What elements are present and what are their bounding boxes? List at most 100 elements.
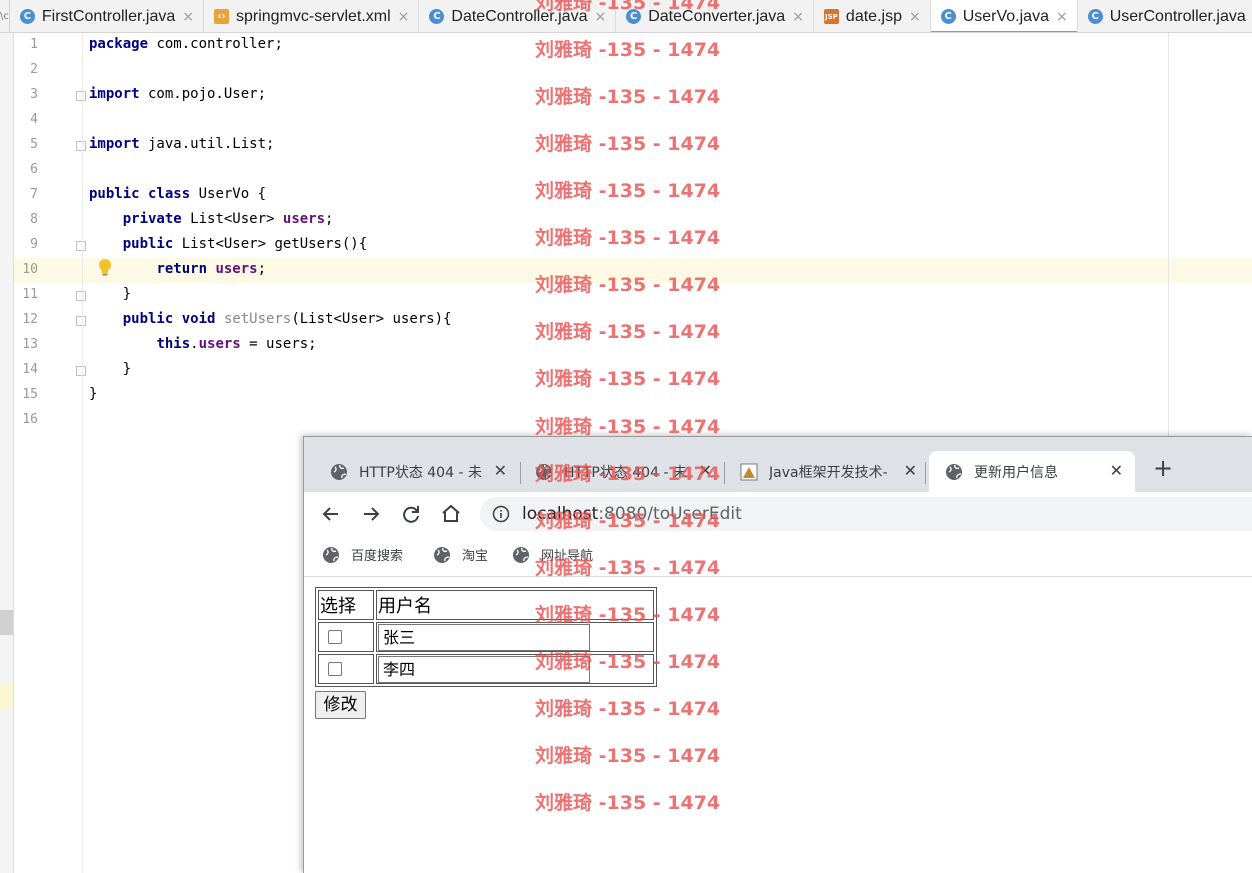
bookmark-item[interactable]: 百度搜索 [322, 545, 403, 564]
code-line[interactable]: 14 } [14, 358, 1252, 383]
close-icon[interactable]: ✕ [1110, 461, 1123, 480]
globe-icon [331, 463, 347, 480]
code-line[interactable]: 12 public void setUsers(List<User> users… [14, 308, 1252, 333]
fold-marker-icon[interactable] [76, 316, 86, 326]
editor-tab[interactable]: C FirstController.java × [10, 0, 204, 32]
code-line[interactable]: 16 [14, 408, 1252, 433]
user-table: 选择 用户名 张三 李四 [315, 587, 657, 687]
editor-tab[interactable]: ‹› springmvc-servlet.xml × [204, 0, 420, 32]
site-favicon-icon [740, 463, 758, 480]
bookmark-label: 百度搜索 [351, 549, 404, 564]
code-token: List<User> [181, 211, 283, 227]
code-line[interactable]: 7 public class UserVo { [14, 183, 1252, 208]
bookmark-item[interactable]: 网址导航 [512, 545, 593, 564]
close-icon[interactable]: × [398, 9, 410, 25]
line-number: 3 [30, 87, 38, 102]
editor-tab[interactable]: C DateController.java × [419, 0, 617, 32]
line-number: 16 [22, 412, 38, 427]
code-token: } [89, 361, 132, 377]
site-info-icon[interactable] [492, 505, 510, 523]
browser-tab-title: HTTP状态 404 - 未 [564, 464, 687, 481]
code-line[interactable]: 5 import java.util.List; [14, 133, 1252, 158]
url-path: :8080/toUserEdit [598, 504, 742, 524]
code-token: com.pojo.User; [139, 86, 267, 102]
row-checkbox[interactable] [328, 630, 342, 644]
code-token: java.util.List; [139, 136, 275, 152]
code-line[interactable]: 6 [14, 158, 1252, 183]
address-bar[interactable]: localhost:8080/toUserEdit [480, 497, 1252, 531]
fold-marker-icon[interactable] [76, 141, 86, 151]
code-line[interactable]: 8 private List<User> users; [14, 208, 1252, 233]
editor-tab-label: UserController.java [1109, 7, 1246, 25]
back-arrow-icon[interactable] [318, 501, 344, 527]
fold-marker-icon[interactable] [76, 241, 86, 251]
editor-tab-label: springmvc-servlet.xml [235, 7, 391, 25]
line-number: 15 [22, 387, 38, 402]
line-number: 14 [22, 362, 38, 377]
browser-tab[interactable]: 更新用户信息 ✕ [929, 451, 1135, 492]
forward-arrow-icon[interactable] [358, 501, 384, 527]
fold-marker-icon[interactable] [76, 366, 86, 376]
lightbulb-icon[interactable] [98, 258, 112, 278]
close-icon[interactable]: ✕ [494, 461, 507, 480]
code-line[interactable]: 4 [14, 108, 1252, 133]
url-text[interactable]: localhost:8080/toUserEdit [522, 504, 742, 524]
fold-marker-icon[interactable] [76, 91, 86, 101]
editor-tab[interactable]: C DateConverter.java × [616, 0, 814, 32]
browser-tab-title: 更新用户信息 [974, 464, 1058, 481]
header-username: 用户名 [376, 590, 654, 620]
browser-tab[interactable]: HTTP状态 404 - 未 ✕ [519, 451, 724, 492]
page-content: 选择 用户名 张三 李四 修改 [304, 578, 1252, 873]
fold-marker-icon[interactable] [76, 291, 86, 301]
browser-tab[interactable]: Java框架开发技术- ✕ [724, 451, 929, 492]
globe-icon [536, 463, 552, 480]
code-text: return users; [89, 261, 266, 277]
editor-tab[interactable]: JSP date.jsp × [814, 0, 931, 32]
code-line[interactable]: 13 this.users = users; [14, 333, 1252, 358]
code-line[interactable]: 11 } [14, 283, 1252, 308]
code-text: } [89, 386, 97, 402]
submit-button[interactable]: 修改 [315, 691, 366, 719]
code-line[interactable]: 9 public List<User> getUsers(){ [14, 233, 1252, 258]
code-line[interactable]: 2 [14, 58, 1252, 83]
row-checkbox[interactable] [328, 662, 342, 676]
new-tab-icon[interactable]: + [1150, 455, 1176, 481]
username-input[interactable]: 李四 [378, 655, 590, 683]
code-token: (List<User> users){ [291, 311, 452, 327]
browser-tab[interactable]: HTTP状态 404 - 未 ✕ [314, 451, 519, 492]
code-text: import java.util.List; [89, 136, 274, 152]
close-icon[interactable]: ✕ [699, 461, 712, 480]
close-icon[interactable]: × [792, 9, 804, 25]
close-icon[interactable]: × [909, 9, 921, 25]
close-icon[interactable]: ✕ [904, 461, 917, 480]
code-line[interactable]: 15} [14, 383, 1252, 408]
code-token: } [89, 286, 132, 302]
line-number: 4 [30, 112, 38, 127]
code-text: private List<User> users; [89, 211, 334, 227]
editor-tab[interactable]: C UserController.java [1078, 0, 1252, 32]
code-text: public List<User> getUsers(){ [89, 236, 367, 252]
username-input[interactable]: 张三 [378, 623, 590, 651]
strip-marker-highlight [0, 683, 13, 710]
editor-tab[interactable]: C UserVo.java × [930, 0, 1078, 32]
url-host: localhost [522, 504, 599, 524]
code-text: public class UserVo { [89, 186, 266, 202]
code-line[interactable]: 10 return users; [14, 258, 1252, 283]
code-token: public [122, 236, 174, 252]
editor-tab-label: UserVo.java [962, 7, 1049, 25]
close-icon[interactable]: × [182, 9, 194, 25]
globe-icon [434, 546, 450, 563]
bookmark-item[interactable]: 淘宝 [433, 545, 488, 564]
bookmarks-bar: 百度搜索 淘宝 网址导航 [304, 536, 1252, 577]
reload-icon[interactable] [398, 501, 424, 527]
table-row: 张三 [318, 622, 654, 652]
strip-marker [0, 610, 13, 635]
close-icon[interactable]: × [594, 9, 606, 25]
close-icon[interactable]: × [1056, 9, 1068, 25]
code-token: ; [257, 261, 267, 277]
code-token: . [190, 336, 199, 352]
code-line[interactable]: 3 import com.pojo.User; [14, 83, 1252, 108]
home-icon[interactable] [438, 501, 464, 527]
code-line[interactable]: 1 package com.controller; [14, 33, 1252, 58]
